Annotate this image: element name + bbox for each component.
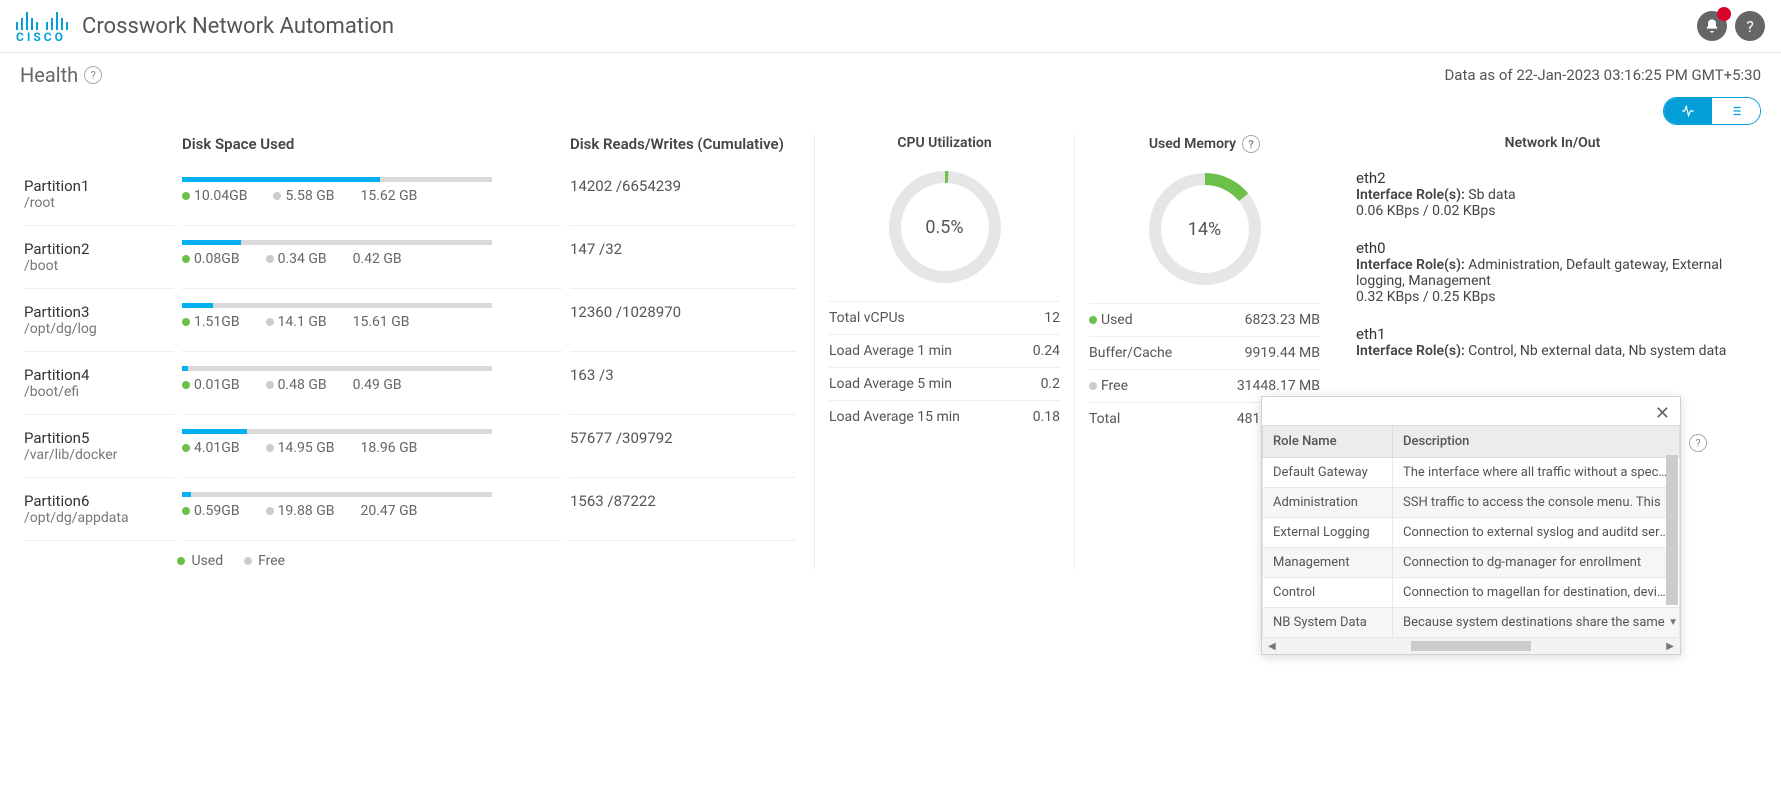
list-view-toggle[interactable] <box>1712 98 1760 124</box>
partition-label: Partition6/opt/dg/appdata <box>24 478 174 541</box>
scrollbar-vertical[interactable] <box>1666 455 1678 605</box>
metric-row: Buffer/Cache9919.44 MB <box>1089 336 1320 369</box>
table-row: External LoggingConnection to external s… <box>1263 518 1680 548</box>
partition-bar: 0.08GB0.34 GB0.42 GB <box>182 226 562 289</box>
disk-space-header: Disk Space Used <box>182 135 562 163</box>
partition-bar: 0.59GB19.88 GB20.47 GB <box>182 478 562 541</box>
top-bar: CISCO Crosswork Network Automation ? <box>0 0 1781 53</box>
partition-rw: 12360 /1028970 <box>570 289 796 352</box>
table-row: AdministrationSSH traffic to access the … <box>1263 488 1680 518</box>
notification-badge <box>1717 7 1731 21</box>
col-role: Role Name <box>1263 426 1393 458</box>
disk-legend: Used Free <box>24 541 796 569</box>
partition-label: Partition4/boot/efi <box>24 352 174 415</box>
bell-icon <box>1704 18 1720 34</box>
table-row: Default GatewayThe interface where all t… <box>1263 458 1680 488</box>
partition-rw: 163 /3 <box>570 352 796 415</box>
partition-rw: 147 /32 <box>570 226 796 289</box>
partition-rw: 14202 /6654239 <box>570 163 796 226</box>
roles-tooltip: ✕ Role Name Description Default GatewayT… <box>1261 396 1681 655</box>
partition-rw: 1563 /87222 <box>570 478 796 541</box>
partition-bar: 0.01GB0.48 GB0.49 GB <box>182 352 562 415</box>
partition-bar: 10.04GB5.58 GB15.62 GB <box>182 163 562 226</box>
cpu-donut: 0.5% <box>885 167 1005 287</box>
scrollbar-horizontal[interactable]: ◀▶ <box>1262 638 1680 654</box>
help-icon[interactable]: ? <box>1242 135 1260 153</box>
pulse-icon <box>1680 104 1696 118</box>
net-interface: eth0Interface Role(s): Administration, D… <box>1356 233 1749 319</box>
list-icon <box>1728 104 1744 118</box>
table-row: ControlConnection to magellan for destin… <box>1263 578 1680 608</box>
notifications-button[interactable] <box>1697 11 1727 41</box>
cpu-title: CPU Utilization <box>829 135 1060 159</box>
cisco-logo: CISCO <box>16 8 68 44</box>
metric-row: Load Average 5 min0.2 <box>829 367 1060 400</box>
help-icon[interactable]: ? <box>1689 434 1707 452</box>
app-title: Crosswork Network Automation <box>82 14 394 39</box>
net-interface: eth1Interface Role(s): Control, Nb exter… <box>1356 319 1749 373</box>
view-toggle <box>1663 97 1761 125</box>
metric-row: Used6823.23 MB <box>1089 303 1320 336</box>
close-icon[interactable]: ✕ <box>1655 403 1670 424</box>
partition-bar: 4.01GB14.95 GB18.96 GB <box>182 415 562 478</box>
table-row: NB System DataBecause system destination… <box>1263 608 1680 638</box>
partition-rw: 57677 /309792 <box>570 415 796 478</box>
help-button[interactable]: ? <box>1735 11 1765 41</box>
table-row: ManagementConnection to dg-manager for e… <box>1263 548 1680 578</box>
help-icon[interactable]: ? <box>84 66 102 84</box>
net-title: Network In/Out <box>1356 135 1749 163</box>
page-title: Health ? <box>20 63 102 87</box>
partition-label: Partition5/var/lib/docker <box>24 415 174 478</box>
chart-view-toggle[interactable] <box>1664 98 1712 124</box>
partition-bar: 1.51GB14.1 GB15.61 GB <box>182 289 562 352</box>
net-interface: eth2Interface Role(s): Sb data0.06 KBps … <box>1356 163 1749 233</box>
mem-title: Used Memory ? <box>1089 135 1320 161</box>
partition-label: Partition3/opt/dg/log <box>24 289 174 352</box>
col-desc: Description <box>1393 426 1680 458</box>
mem-donut: 14% <box>1145 169 1265 289</box>
partition-label: Partition2/boot <box>24 226 174 289</box>
metric-row: Total vCPUs12 <box>829 301 1060 334</box>
metric-row: Load Average 1 min0.24 <box>829 334 1060 367</box>
metric-row: Load Average 15 min0.18 <box>829 400 1060 433</box>
disk-rw-header: Disk Reads/Writes (Cumulative) <box>570 135 796 163</box>
data-timestamp: Data as of 22-Jan-2023 03:16:25 PM GMT+5… <box>1444 66 1761 84</box>
partition-label: Partition1/root <box>24 163 174 226</box>
